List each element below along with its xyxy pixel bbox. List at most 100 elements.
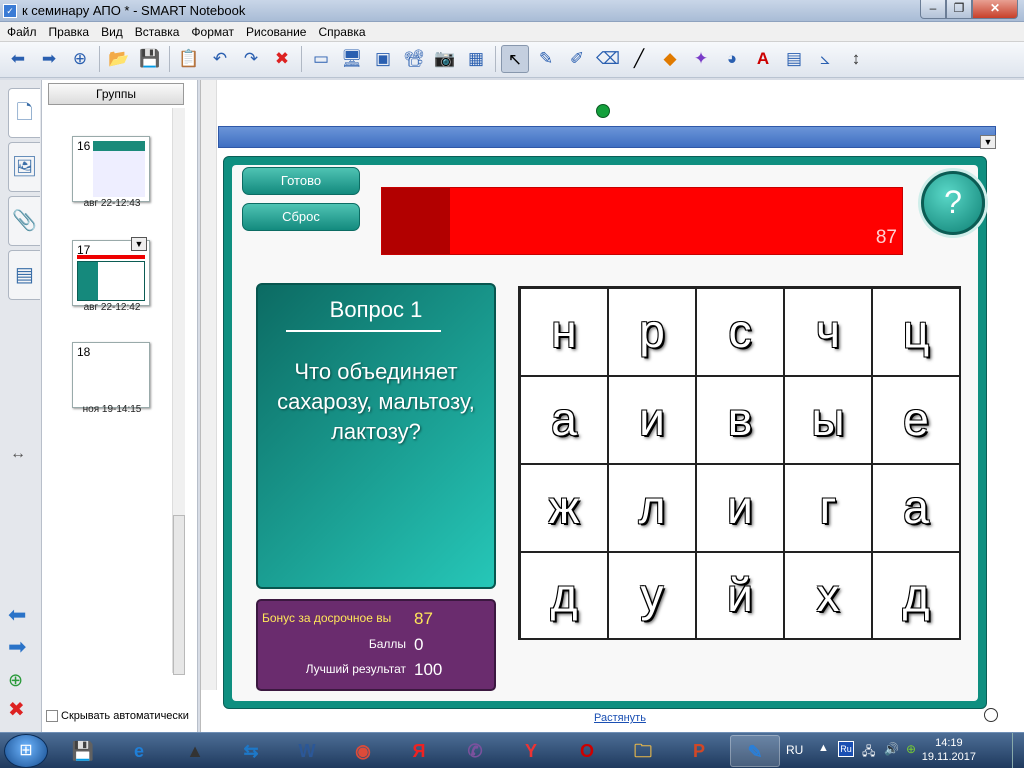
next-page-icon[interactable]: ➡ xyxy=(8,635,26,659)
letter-cell[interactable]: в xyxy=(696,376,784,464)
menu-insert[interactable]: Вставка xyxy=(128,22,185,40)
letter-cell[interactable]: д xyxy=(872,552,960,640)
clock[interactable]: 14:19 19.11.2017 xyxy=(922,736,976,764)
menu-draw[interactable]: Рисование xyxy=(239,22,311,40)
letter-cell[interactable]: л xyxy=(608,464,696,552)
save-app[interactable]: 💾 xyxy=(58,735,108,767)
open-folder-icon[interactable]: 📂 xyxy=(105,45,133,73)
fill-icon[interactable]: ◕ xyxy=(718,45,746,73)
redo-icon[interactable]: ↷ xyxy=(237,45,265,73)
letter-cell[interactable]: н xyxy=(520,288,608,376)
add-page-icon[interactable]: ⊕ xyxy=(66,45,94,73)
letter-cell[interactable]: г xyxy=(784,464,872,552)
auto-hide-checkbox[interactable]: Скрывать автоматически xyxy=(46,710,189,723)
letter-cell[interactable]: и xyxy=(696,464,784,552)
reset-button[interactable]: Сброс xyxy=(242,203,360,231)
properties-tab-icon[interactable]: ▤ xyxy=(8,250,40,300)
page-sorter-icon[interactable]: 🗋 xyxy=(8,88,40,138)
letter-cell[interactable]: ц xyxy=(872,288,960,376)
letter-cell[interactable]: ч xyxy=(784,288,872,376)
canvas-scrollbar[interactable] xyxy=(201,80,217,690)
letter-cell[interactable]: е xyxy=(872,376,960,464)
letter-cell[interactable]: и xyxy=(608,376,696,464)
sidebar-scrollbar-thumb[interactable] xyxy=(173,515,185,675)
letter-cell[interactable]: с xyxy=(696,288,784,376)
select-icon[interactable]: ↖ xyxy=(501,45,529,73)
powerpoint-app[interactable]: P xyxy=(674,735,724,767)
menu-view[interactable]: Вид xyxy=(94,22,128,40)
teamviewer-app[interactable]: ⇆ xyxy=(226,735,276,767)
line-icon[interactable]: ╱ xyxy=(625,45,653,73)
save-icon[interactable]: 💾 xyxy=(136,45,164,73)
letter-cell[interactable]: й xyxy=(696,552,784,640)
gallery-icon[interactable]: 🖼 xyxy=(8,142,40,192)
page-thumbnail-18[interactable]: 18 xyxy=(72,342,150,408)
maximize-button[interactable]: ❐ xyxy=(946,0,972,19)
page-menu-dropdown-icon[interactable]: ▼ xyxy=(131,237,147,251)
archive-app[interactable]: ▲ xyxy=(170,735,220,767)
forward-arrow-icon[interactable]: ➡ xyxy=(35,45,63,73)
chrome-app[interactable]: ◉ xyxy=(338,735,388,767)
letter-cell[interactable]: ы xyxy=(784,376,872,464)
letter-cell[interactable]: а xyxy=(872,464,960,552)
notebook-app[interactable]: ✎ xyxy=(730,735,780,767)
creative-pen-icon[interactable]: ✐ xyxy=(563,45,591,73)
document-camera-icon[interactable]: 📽 xyxy=(400,45,428,73)
opera-app[interactable]: O xyxy=(562,735,612,767)
notebook-canvas[interactable]: ▼ Готово Сброс 87 ? Вопрос 1 Что объедин… xyxy=(200,80,1024,732)
shapes-icon[interactable]: ◆ xyxy=(656,45,684,73)
move-toolbar-icon[interactable]: ↕ xyxy=(842,45,870,73)
stretch-link[interactable]: Растянуть xyxy=(594,712,646,724)
previous-page-icon[interactable]: ⬅ xyxy=(8,603,26,627)
letter-cell[interactable]: х xyxy=(784,552,872,640)
close-button[interactable]: ✕ xyxy=(972,0,1018,19)
full-screen-icon[interactable]: 🖥 xyxy=(338,45,366,73)
screen-shade-icon[interactable]: ▭ xyxy=(307,45,335,73)
done-button[interactable]: Готово xyxy=(242,167,360,195)
keyboard-layout-icon[interactable]: Ru xyxy=(838,741,854,757)
update-icon[interactable]: ⊕ xyxy=(906,742,916,756)
rotate-handle[interactable] xyxy=(596,104,610,118)
network-icon[interactable]: 🖧 xyxy=(862,742,875,763)
help-button[interactable]: ? xyxy=(921,171,985,235)
dual-page-icon[interactable]: ▣ xyxy=(369,45,397,73)
delete-icon[interactable]: ✖ xyxy=(268,45,296,73)
capture-icon[interactable]: 📷 xyxy=(431,45,459,73)
back-arrow-icon[interactable]: ⬅ xyxy=(4,45,32,73)
selection-bar[interactable] xyxy=(218,126,996,148)
undo-icon[interactable]: ↶ xyxy=(206,45,234,73)
pen-icon[interactable]: ✎ xyxy=(532,45,560,73)
start-button[interactable]: ⊞ xyxy=(4,734,48,768)
eraser-icon[interactable]: ⌫ xyxy=(594,45,622,73)
letter-cell[interactable]: а xyxy=(520,376,608,464)
language-indicator[interactable]: RU xyxy=(786,743,803,757)
object-menu-dropdown-icon[interactable]: ▼ xyxy=(980,135,996,149)
add-page-icon[interactable]: ⊕ xyxy=(8,668,23,692)
resize-handle[interactable] xyxy=(984,708,998,722)
table-icon[interactable]: ▦ xyxy=(462,45,490,73)
word-app[interactable]: W xyxy=(282,735,332,767)
attachments-icon[interactable]: 📎 xyxy=(8,196,40,246)
letter-cell[interactable]: д xyxy=(520,552,608,640)
minimize-button[interactable]: – xyxy=(920,0,946,19)
properties-icon[interactable]: ▤ xyxy=(780,45,808,73)
delete-page-icon[interactable]: ✖ xyxy=(8,698,25,722)
letter-cell[interactable]: ж xyxy=(520,464,608,552)
explorer-app[interactable]: 🗀 xyxy=(618,735,668,767)
menu-file[interactable]: Файл xyxy=(0,22,42,40)
page-thumbnail-17[interactable]: 17 ▼ xyxy=(72,237,150,306)
show-desktop-button[interactable] xyxy=(1012,733,1024,768)
volume-icon[interactable]: 🔊 xyxy=(884,742,899,756)
paste-icon[interactable]: 📋 xyxy=(175,45,203,73)
menu-help[interactable]: Справка xyxy=(311,22,370,40)
groups-button[interactable]: Группы xyxy=(48,83,184,105)
yandex-app[interactable]: Я xyxy=(394,735,444,767)
yandex-browser-app[interactable]: Y xyxy=(506,735,556,767)
menu-edit[interactable]: Правка xyxy=(42,22,95,40)
letter-cell[interactable]: р xyxy=(608,288,696,376)
magic-pen-icon[interactable]: ✦ xyxy=(687,45,715,73)
checkbox-box[interactable] xyxy=(46,710,58,723)
viber-app[interactable]: ✆ xyxy=(450,735,500,767)
letter-cell[interactable]: у xyxy=(608,552,696,640)
text-icon[interactable]: A xyxy=(749,45,777,73)
